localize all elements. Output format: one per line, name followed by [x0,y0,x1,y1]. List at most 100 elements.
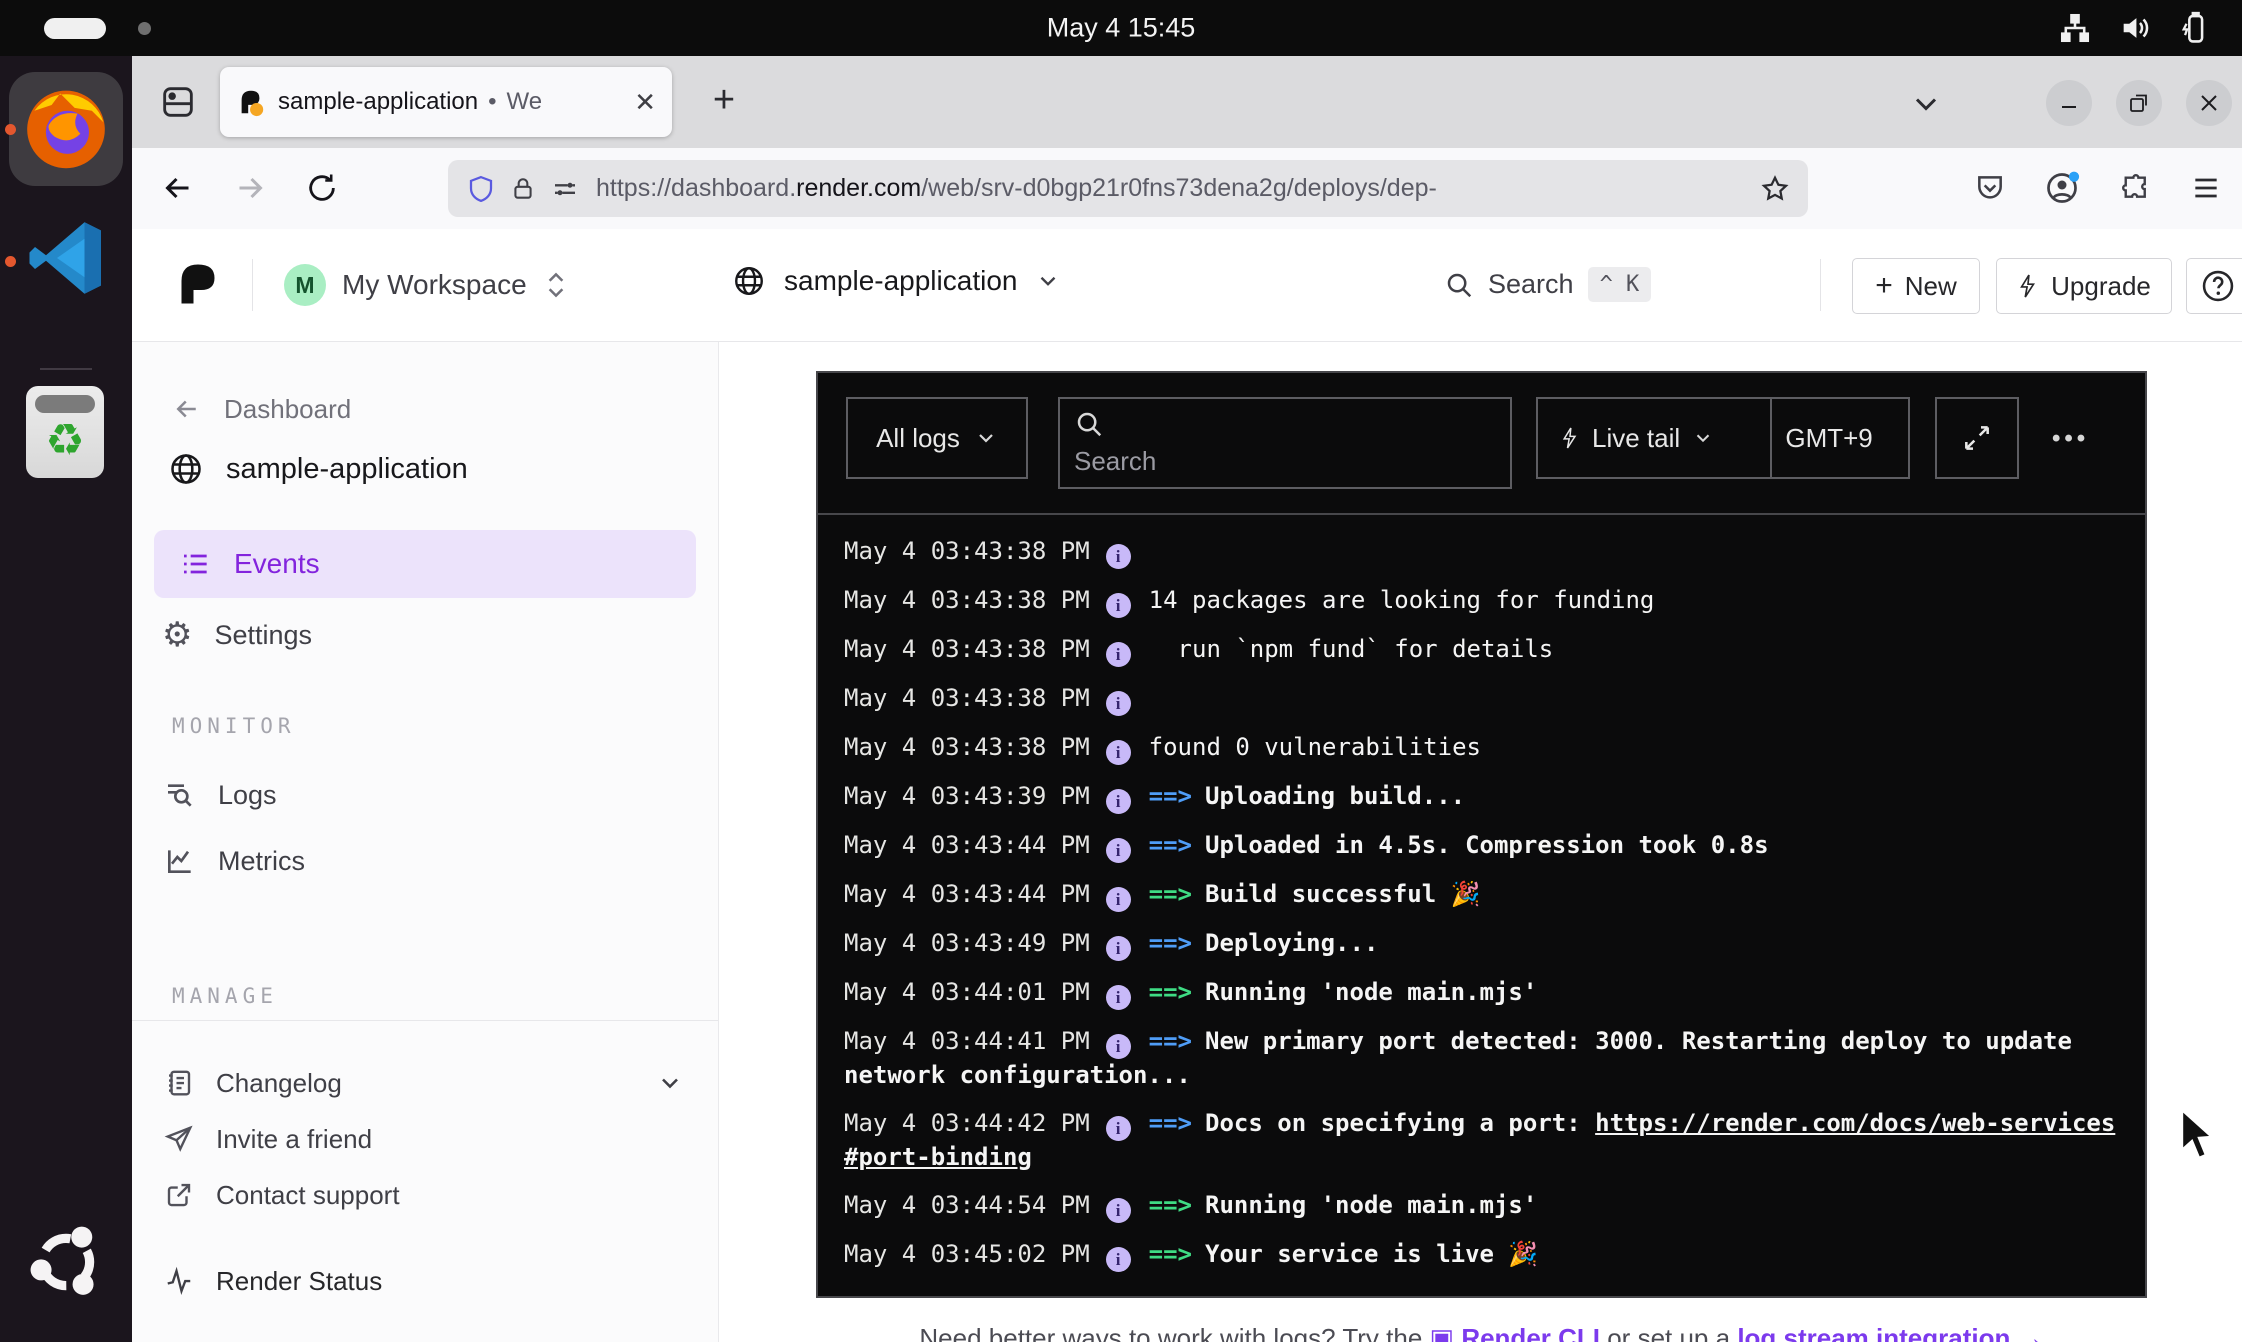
ubuntu-logo-icon[interactable] [24,1220,108,1304]
render-cli-link[interactable]: Render CLI [1461,1323,1600,1342]
sidebar-item-logs[interactable]: Logs [164,772,277,818]
sidebar-service-name: sample-application [226,453,468,486]
log-panel-more-button[interactable]: ••• [2052,425,2089,453]
log-message: found 0 vulnerabilities [1149,733,1481,761]
menu-hamburger-icon[interactable] [2184,166,2228,210]
log-timestamp: May 4 03:44:41 PM [844,1027,1090,1055]
extensions-puzzle-icon[interactable] [2114,166,2158,210]
search-label: Search [1488,269,1574,300]
restore-button[interactable] [2116,80,2162,126]
shield-icon[interactable] [466,173,496,205]
info-icon: i [1106,593,1131,618]
vscode-dock-icon[interactable] [24,214,112,302]
render-status-label: Render Status [216,1266,382,1297]
header-divider-left [252,259,253,311]
search-icon [1444,270,1474,300]
log-row: May 4 03:43:38 PM i [844,535,2119,569]
sidebar-back-dashboard[interactable]: Dashboard [172,386,351,432]
forward-icon[interactable] [228,166,272,210]
log-row: May 4 03:43:38 PMi [844,682,2119,716]
workspace-indicator-active[interactable] [44,18,106,39]
sidebar-item-metrics[interactable]: Metrics [164,838,305,884]
active-tab[interactable]: sample-application • We ✕ [220,67,672,137]
log-search-input[interactable]: Search [1058,397,1512,489]
service-switcher[interactable]: sample-application [732,264,1061,298]
upgrade-button[interactable]: Upgrade [1996,258,2172,314]
bookmark-star-icon[interactable] [1760,174,1790,204]
permissions-icon[interactable] [550,174,580,204]
workspace-indicator-dot[interactable] [138,22,151,35]
expand-logs-button[interactable] [1935,397,2019,479]
help-button[interactable] [2186,258,2242,314]
sidebar-item-invite[interactable]: Invite a friend [164,1116,372,1162]
log-row: May 4 03:44:01 PMi==>Running 'node main.… [844,976,2119,1010]
minimize-button[interactable] [2046,80,2092,126]
log-row: May 4 03:43:44 PMi==>Build successful 🎉 [844,878,2119,912]
log-list[interactable]: May 4 03:43:38 PMiMay 4 03:43:38 PMi14 p… [818,515,2145,1296]
log-stream-link[interactable]: log stream integration [1737,1323,2010,1342]
log-timestamp: May 4 03:43:38 PM [844,537,1090,565]
log-arrow: ==> [1149,1191,1192,1219]
log-message: Your service is live 🎉 [1205,1240,1538,1268]
back-icon[interactable] [156,166,200,210]
log-arrow: ==> [1149,782,1192,810]
global-search[interactable]: Search ^ K [1444,267,1651,302]
terminal-icon: ▣ [1430,1323,1462,1342]
sidebar-service[interactable]: sample-application [168,446,468,492]
invite-label: Invite a friend [216,1124,372,1155]
url-bar[interactable]: https://dashboard.render.com/web/srv-d0b… [448,160,1808,217]
sidebar-item-settings[interactable]: ⚙ Settings [162,612,312,658]
changelog-label: Changelog [216,1068,342,1099]
reload-icon[interactable] [300,166,344,210]
app-body: Dashboard sample-application Events [132,342,2242,1342]
contact-label: Contact support [216,1180,400,1211]
close-window-button[interactable] [2186,80,2232,126]
lock-icon[interactable] [510,174,536,204]
sidebar-item-contact[interactable]: Contact support [164,1172,400,1218]
monitor-section-label: MONITOR [172,714,296,738]
app-header: M My Workspace sample-application [132,229,2242,342]
firefox-running-dot [5,124,16,135]
tab-title-suffix: We [507,88,543,116]
info-icon: i [1106,544,1131,569]
log-filter-dropdown[interactable]: All logs [846,397,1028,479]
service-switcher-name: sample-application [784,265,1017,297]
new-button[interactable]: + New [1852,258,1980,314]
sidebar-item-events[interactable]: Events [154,530,696,598]
log-arrow: ==> [1149,1240,1192,1268]
log-message: run `npm fund` for details [1149,635,1554,663]
sidebar-item-render-status[interactable]: Render Status [164,1258,382,1304]
chevron-down-icon [1035,268,1061,294]
battery-icon [2178,11,2212,45]
workspace-switcher[interactable]: M My Workspace [284,264,569,306]
new-tab-button[interactable]: + [698,74,750,126]
url-text[interactable]: https://dashboard.render.com/web/srv-d0b… [596,174,1760,203]
bolt-icon [1560,425,1580,451]
log-row: May 4 03:43:49 PMi==>Deploying... [844,927,2119,961]
url-fade [1686,166,1756,211]
os-clock[interactable]: May 4 15:45 [1047,13,1196,44]
log-timestamp: May 4 03:43:38 PM [844,684,1090,712]
log-timestamp: May 4 03:43:44 PM [844,831,1090,859]
live-tail-divider [1770,399,1772,477]
account-icon[interactable] [2040,166,2084,210]
timezone-button[interactable]: GMT+9 [1750,423,1908,454]
trash-dock-icon[interactable]: ♻ [26,386,104,478]
globe-icon [732,264,766,298]
firefox-dock-icon[interactable] [20,82,112,174]
tab-close-icon[interactable]: ✕ [634,87,656,118]
live-tail-group: Live tail GMT+9 [1536,397,1910,479]
workspace-avatar: M [284,264,326,306]
render-logo[interactable] [174,259,222,309]
arrow-left-icon [172,394,202,424]
pocket-icon[interactable] [1968,166,2012,210]
sidebar-item-changelog[interactable]: Changelog [164,1060,684,1106]
firefox-view-icon[interactable] [158,82,198,122]
info-icon: i [1106,1247,1131,1272]
changelog-chevron-icon[interactable] [656,1069,684,1097]
system-tray[interactable] [2058,0,2212,56]
live-tail-button[interactable]: Live tail [1538,399,1736,477]
log-message: Docs on specifying a port: [1205,1109,1595,1137]
list-all-tabs-icon[interactable] [1908,86,1944,122]
tab-title-fade [576,71,632,133]
